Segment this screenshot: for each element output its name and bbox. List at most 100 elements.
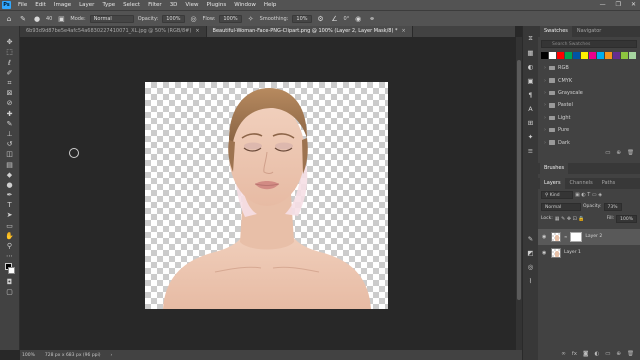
brush-tool-icon[interactable]: ✎ <box>18 14 28 24</box>
menu-file[interactable]: File <box>14 0 31 10</box>
eraser-tool-icon[interactable]: ◫ <box>4 150 15 159</box>
airbrush-icon[interactable]: ✧ <box>246 14 256 24</box>
adjustments-icon[interactable]: ◐ <box>526 62 535 71</box>
menu-filter[interactable]: Filter <box>144 0 166 10</box>
brushes-icon[interactable]: ✎ <box>526 234 535 243</box>
layer-opacity-field[interactable]: 73% <box>603 202 622 211</box>
opacity-field[interactable]: 100% <box>162 14 185 23</box>
visibility-eye-icon[interactable]: ◉ <box>542 250 548 256</box>
filter-icons[interactable]: ▣ ◐ T ▭ ◈ <box>575 192 602 198</box>
path-select-tool-icon[interactable]: ➤ <box>4 211 15 220</box>
swatch[interactable] <box>605 52 612 59</box>
swatch-folder-rgb[interactable]: › RGB <box>538 62 640 74</box>
channels-icon[interactable]: ≡ <box>526 146 535 155</box>
channels-panel-icon[interactable]: ◎ <box>526 262 535 271</box>
layer-row-layer-2[interactable]: ◉ ∞ Layer 2 <box>538 228 640 245</box>
add-mask-icon[interactable]: ◙ <box>583 351 588 357</box>
frame-tool-icon[interactable]: ⊠ <box>4 89 15 98</box>
styles-icon[interactable]: ✦ <box>526 132 535 141</box>
marquee-tool-icon[interactable]: ⬚ <box>4 48 15 57</box>
scrollbar-thumb[interactable] <box>517 60 521 300</box>
move-tool-icon[interactable]: ✥ <box>4 38 15 47</box>
libraries-icon[interactable]: ▣ <box>526 76 535 85</box>
new-group-icon[interactable]: ▭ <box>605 150 610 156</box>
tab-brushes[interactable]: Brushes <box>540 162 569 174</box>
gradient-tool-icon[interactable]: ▤ <box>4 160 15 169</box>
menu-3d[interactable]: 3D <box>166 0 182 10</box>
swatch-folder-light[interactable]: › Light <box>538 112 640 124</box>
zoom-level[interactable]: 100% <box>22 353 35 358</box>
tab-document-1[interactable]: 6b93d9d87be5e4afc54a6830227410071_XL.jpg… <box>20 26 207 37</box>
angle-value[interactable]: 0° <box>344 16 350 22</box>
brush-preset-icon[interactable]: ● <box>32 14 42 24</box>
swatch[interactable] <box>565 52 572 59</box>
paragraph-icon[interactable]: ¶ <box>526 90 535 99</box>
layer-mask-thumbnail[interactable] <box>570 231 583 242</box>
delete-icon[interactable]: 🗑 <box>627 351 634 357</box>
tab-document-2[interactable]: Beautiful-Woman-Face-PNG-Clipart.png @ 1… <box>206 26 413 37</box>
document-canvas[interactable] <box>145 82 388 309</box>
menu-window[interactable]: Window <box>230 0 260 10</box>
layers-icon[interactable]: ◩ <box>526 248 535 257</box>
type-tool-icon[interactable]: T <box>4 201 15 210</box>
smoothing-settings-icon[interactable]: ⚙ <box>316 14 326 24</box>
color-swatches-icon[interactable] <box>4 262 15 276</box>
swatch-folder-pure[interactable]: › Pure <box>538 124 640 136</box>
tab-paths[interactable]: Paths <box>598 178 620 189</box>
swatches-search-input[interactable]: Search Swatches <box>541 40 637 48</box>
swatch-folder-dark[interactable]: › Dark <box>538 136 640 148</box>
menu-layer[interactable]: Layer <box>75 0 98 10</box>
mode-select[interactable]: Normal <box>89 14 134 23</box>
new-group-icon[interactable]: ▭ <box>605 351 610 357</box>
tab-layers[interactable]: Layers <box>540 177 565 189</box>
tab-swatches[interactable]: Swatches <box>540 26 572 37</box>
eyedropper-tool-icon[interactable]: ⊘ <box>4 99 15 108</box>
clone-stamp-tool-icon[interactable]: ⊥ <box>4 130 15 139</box>
healing-tool-icon[interactable]: ✚ <box>4 109 15 118</box>
swatch[interactable] <box>541 52 548 59</box>
pressure-size-icon[interactable]: ◉ <box>353 14 363 24</box>
crop-tool-icon[interactable]: ⌗ <box>4 79 15 88</box>
swatch[interactable] <box>573 52 580 59</box>
swatch[interactable] <box>589 52 596 59</box>
symmetry-icon[interactable]: ⚭ <box>367 14 377 24</box>
menu-select[interactable]: Select <box>119 0 144 10</box>
screen-mode-icon[interactable]: ▢ <box>4 288 15 297</box>
properties-icon[interactable]: ▦ <box>526 48 535 57</box>
close-icon[interactable]: × <box>402 28 406 34</box>
menu-edit[interactable]: Edit <box>31 0 50 10</box>
visibility-eye-icon[interactable]: ◉ <box>542 234 548 240</box>
glyphs-icon[interactable]: ⊞ <box>526 118 535 127</box>
layer-kind-filter[interactable]: ⚲ Kind <box>541 190 573 199</box>
more-tools-icon[interactable]: ⋯ <box>4 252 15 261</box>
swatch-folder-grayscale[interactable]: › Grayscale <box>538 87 640 99</box>
history-brush-tool-icon[interactable]: ↺ <box>4 140 15 149</box>
swatch[interactable] <box>549 52 556 59</box>
new-swatch-icon[interactable]: ⊕ <box>616 150 621 156</box>
swatch[interactable] <box>621 52 628 59</box>
tab-navigator[interactable]: Navigator <box>573 26 605 37</box>
menu-type[interactable]: Type <box>98 0 119 10</box>
brush-tool-icon[interactable]: ✎ <box>4 120 15 129</box>
swatch[interactable] <box>581 52 588 59</box>
character-icon[interactable]: A <box>526 104 535 113</box>
menu-image[interactable]: Image <box>50 0 75 10</box>
quick-mask-icon[interactable]: ◘ <box>4 278 15 287</box>
pressure-opacity-icon[interactable]: ◎ <box>189 14 199 24</box>
swatch[interactable] <box>557 52 564 59</box>
swatch-folder-cmyk[interactable]: › CMYK <box>538 74 640 86</box>
layer-row-layer-1[interactable]: ◉ Layer 1 <box>538 245 640 261</box>
minimize-icon[interactable]: — <box>600 0 606 10</box>
lock-icons[interactable]: ▦ ✎ ✥ ⊡ 🔒 <box>555 216 585 222</box>
new-layer-icon[interactable]: ⊕ <box>616 351 621 357</box>
home-icon[interactable]: ⌂ <box>4 14 14 24</box>
adjustment-layer-icon[interactable]: ◐ <box>594 351 599 357</box>
blur-tool-icon[interactable]: ◆ <box>4 170 15 179</box>
quick-select-tool-icon[interactable]: ✐ <box>4 69 15 78</box>
pen-tool-icon[interactable]: ✒ <box>4 191 15 200</box>
swatch[interactable] <box>629 52 636 59</box>
close-icon[interactable]: × <box>195 28 199 34</box>
restore-icon[interactable]: ❐ <box>616 0 621 10</box>
lasso-tool-icon[interactable]: ℓ <box>4 58 15 67</box>
menu-view[interactable]: View <box>181 0 202 10</box>
